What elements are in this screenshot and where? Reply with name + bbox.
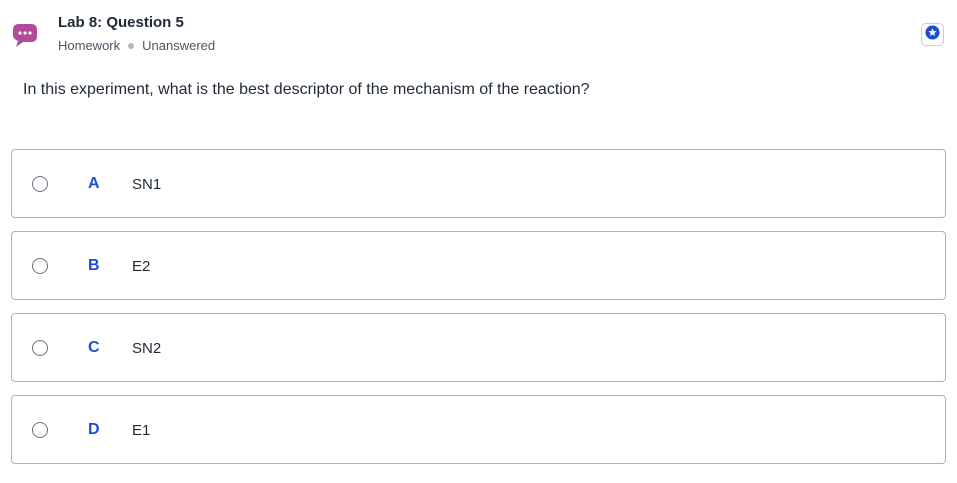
option-letter: D [88, 421, 100, 438]
question-header: Lab 8: Question 5 Homework Unanswered [0, 0, 957, 70]
option-letter: C [88, 339, 100, 356]
answer-option-a[interactable]: A SN1 [11, 149, 946, 218]
answer-options: A SN1 B E2 C SN2 D E1 [11, 149, 946, 477]
option-letter: B [88, 257, 100, 274]
radio-button[interactable] [32, 422, 48, 438]
option-text: SN2 [132, 340, 162, 357]
question-page: Lab 8: Question 5 Homework Unanswered In… [0, 0, 957, 483]
radio-button[interactable] [32, 340, 48, 356]
question-text: In this experiment, what is the best des… [23, 81, 590, 98]
option-text: E1 [132, 422, 151, 439]
option-text: SN1 [132, 176, 162, 193]
question-title: Lab 8: Question 5 [58, 14, 184, 31]
separator-dot [128, 42, 135, 49]
radio-button[interactable] [32, 258, 48, 274]
chat-bubble-icon[interactable] [10, 20, 40, 48]
answer-option-d[interactable]: D E1 [11, 395, 946, 464]
answer-option-b[interactable]: B E2 [11, 231, 946, 300]
question-meta: Homework Unanswered [58, 38, 215, 53]
star-icon [925, 24, 940, 45]
radio-button[interactable] [32, 176, 48, 192]
option-text: E2 [132, 258, 151, 275]
bookmark-button[interactable] [921, 23, 944, 46]
answer-option-c[interactable]: C SN2 [11, 313, 946, 382]
option-letter: A [88, 175, 100, 192]
status-label: Unanswered [142, 38, 216, 53]
category-label: Homework [58, 38, 121, 53]
